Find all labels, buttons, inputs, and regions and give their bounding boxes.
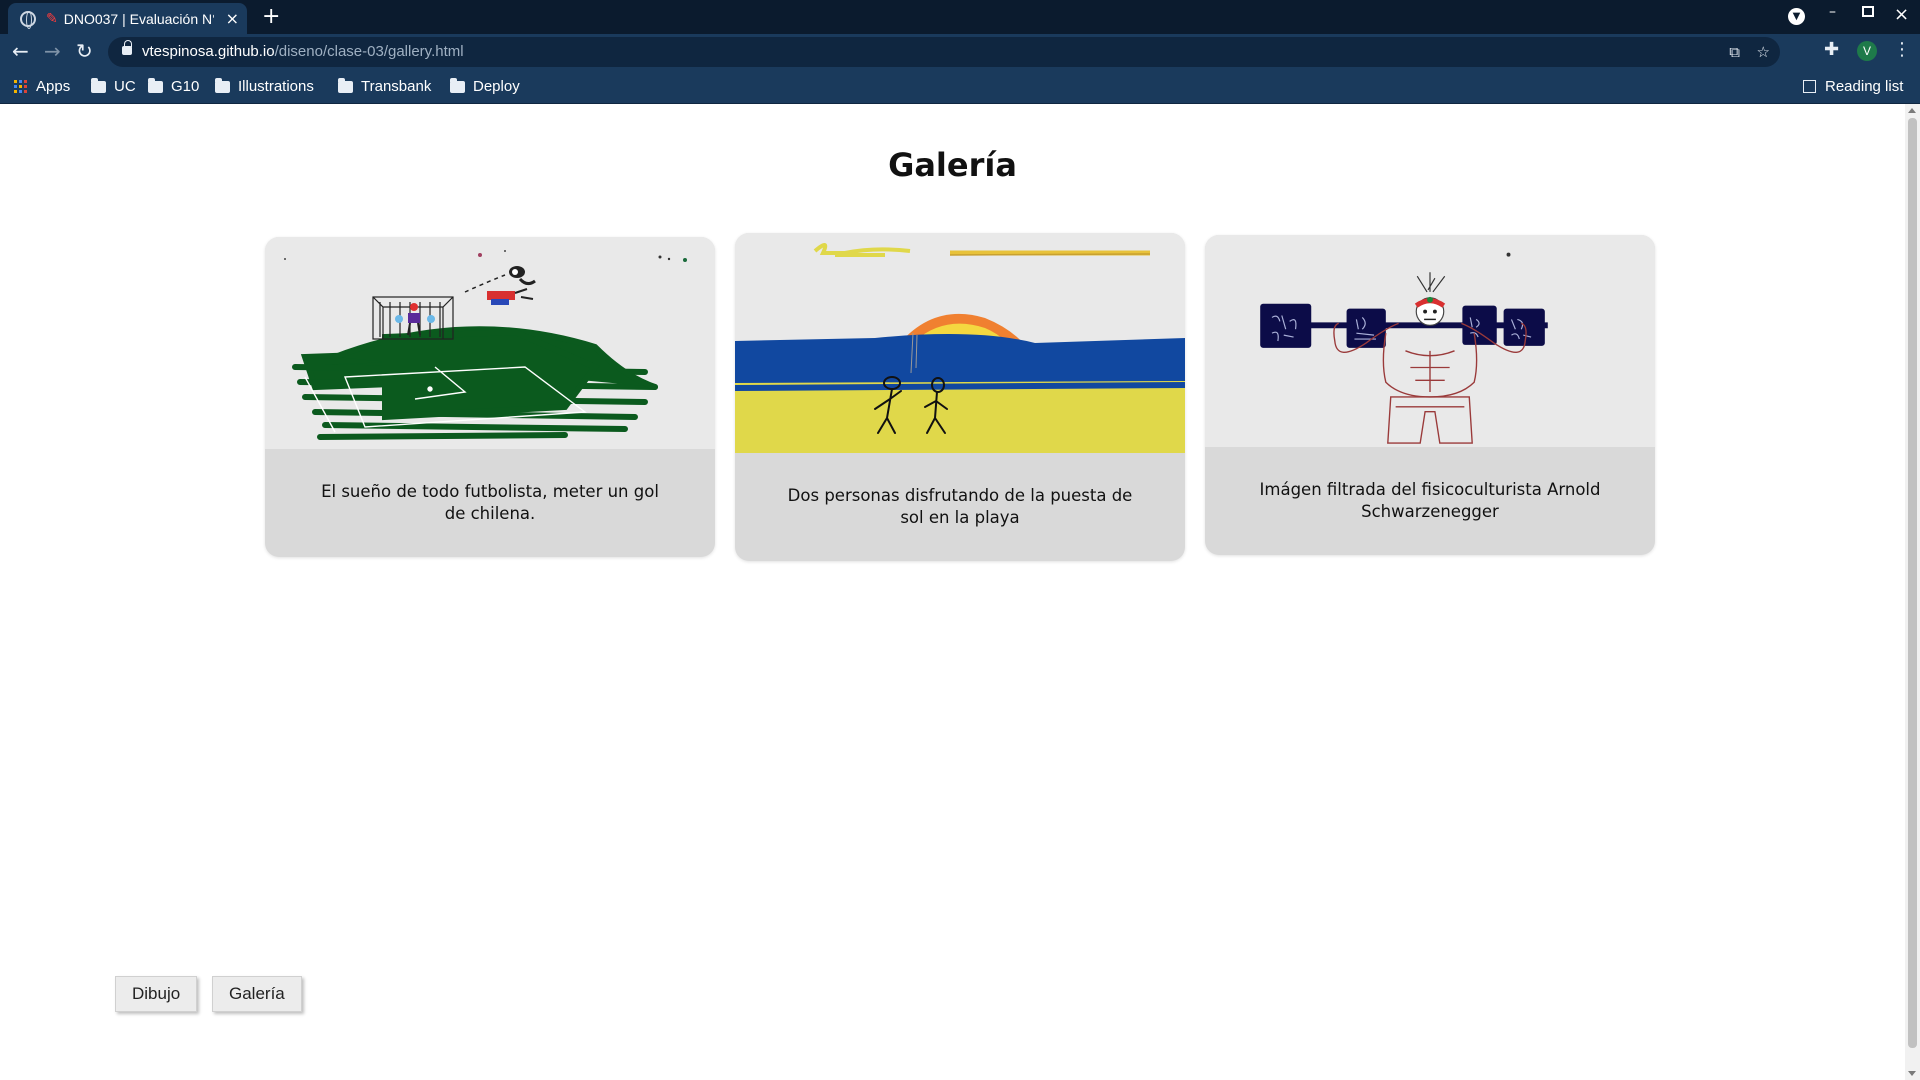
reading-list-icon <box>1803 80 1816 93</box>
gallery-card-sunset: Dos personas disfrutando de la puesta de… <box>735 233 1185 561</box>
bookmark-illustrations[interactable]: Illustrations <box>215 77 314 95</box>
bodybuilder-drawing <box>1205 235 1655 447</box>
tab-title: DNO037 | Evaluación N° <box>63 10 214 27</box>
bookmark-label: Transbank <box>361 78 432 95</box>
tab-close-icon[interactable]: × <box>226 9 239 28</box>
address-bar[interactable]: vtespinosa.github.io/diseno/clase-03/gal… <box>108 37 1780 67</box>
globe-icon <box>20 10 36 29</box>
window-close-icon[interactable]: × <box>1894 4 1909 25</box>
minimize-icon[interactable]: – <box>1829 4 1836 20</box>
bookmark-label: G10 <box>171 78 200 95</box>
url-text[interactable]: vtespinosa.github.io/diseno/clase-03/gal… <box>142 43 464 60</box>
bookmark-apps[interactable]: Apps <box>14 78 70 95</box>
tab-search-icon[interactable]: ▼ <box>1788 8 1805 25</box>
extensions-puzzle-icon[interactable]: ✚ <box>1824 39 1839 60</box>
nav-button-galeria[interactable]: Galería <box>212 976 302 1012</box>
menu-kebab-icon[interactable]: ⋮ <box>1893 39 1911 60</box>
folder-icon <box>91 77 106 93</box>
reload-icon[interactable]: ↻ <box>76 39 93 63</box>
gallery-card-football: El sueño de todo futbolista, meter un go… <box>265 237 715 557</box>
page-title: Galería <box>888 146 1017 184</box>
apps-grid-icon <box>14 79 28 94</box>
pencil-favicon-icon: ✎ <box>46 10 58 27</box>
folder-icon <box>215 77 230 93</box>
forward-arrow-icon[interactable]: → <box>44 39 61 63</box>
nav-button-dibujo[interactable]: Dibujo <box>115 976 198 1012</box>
lock-icon[interactable] <box>122 40 132 55</box>
folder-icon <box>450 77 465 93</box>
bookmark-label: Apps <box>36 78 71 95</box>
reading-list-label: Reading list <box>1825 78 1904 95</box>
page-viewport: Galería El sueño de todo futbolista, met… <box>0 104 1905 1080</box>
card-caption: Dos personas disfrutando de la puesta de… <box>787 486 1133 527</box>
football-drawing <box>265 237 715 449</box>
page-scrollbar[interactable] <box>1905 104 1920 1080</box>
bookmark-deploy[interactable]: Deploy <box>450 77 520 95</box>
bookmark-uc[interactable]: UC <box>91 77 136 95</box>
sunset-drawing <box>735 233 1185 453</box>
card-caption: El sueño de todo futbolista, meter un go… <box>321 482 659 523</box>
url-host: vtespinosa.github.io <box>142 43 275 60</box>
reading-list-button[interactable]: Reading list <box>1803 78 1903 95</box>
card-caption: Imágen filtrada del fisicoculturista Arn… <box>1259 480 1601 521</box>
translate-icon[interactable]: ⧉ <box>1729 43 1740 61</box>
tab-strip: ✎ DNO037 | Evaluación N° × + ▼ – × <box>0 0 1920 34</box>
bookmark-star-icon[interactable]: ☆ <box>1757 43 1770 61</box>
active-tab[interactable]: ✎ DNO037 | Evaluación N° × <box>8 3 247 34</box>
browser-toolbar: ← → ↻ vtespinosa.github.io/diseno/clase-… <box>0 34 1920 70</box>
bookmark-g10[interactable]: G10 <box>148 77 200 95</box>
bookmark-label: UC <box>114 78 136 95</box>
new-tab-button[interactable]: + <box>262 4 280 29</box>
profile-avatar[interactable]: V <box>1857 41 1877 61</box>
bookmark-transbank[interactable]: Transbank <box>338 77 432 95</box>
scroll-down-arrow-icon[interactable] <box>1908 1071 1916 1076</box>
folder-icon <box>338 77 353 93</box>
maximize-icon[interactable] <box>1862 6 1874 17</box>
bookmarks-bar: Apps UC G10 Illustrations Transbank Depl… <box>0 70 1920 104</box>
bookmark-label: Deploy <box>473 78 520 95</box>
bookmark-label: Illustrations <box>238 78 314 95</box>
scroll-thumb[interactable] <box>1908 118 1917 1048</box>
back-arrow-icon[interactable]: ← <box>12 39 29 63</box>
scroll-up-arrow-icon[interactable] <box>1908 108 1916 113</box>
folder-icon <box>148 77 163 93</box>
url-path: /diseno/clase-03/gallery.html <box>274 43 464 60</box>
gallery-card-bodybuilder: Imágen filtrada del fisicoculturista Arn… <box>1205 235 1655 555</box>
